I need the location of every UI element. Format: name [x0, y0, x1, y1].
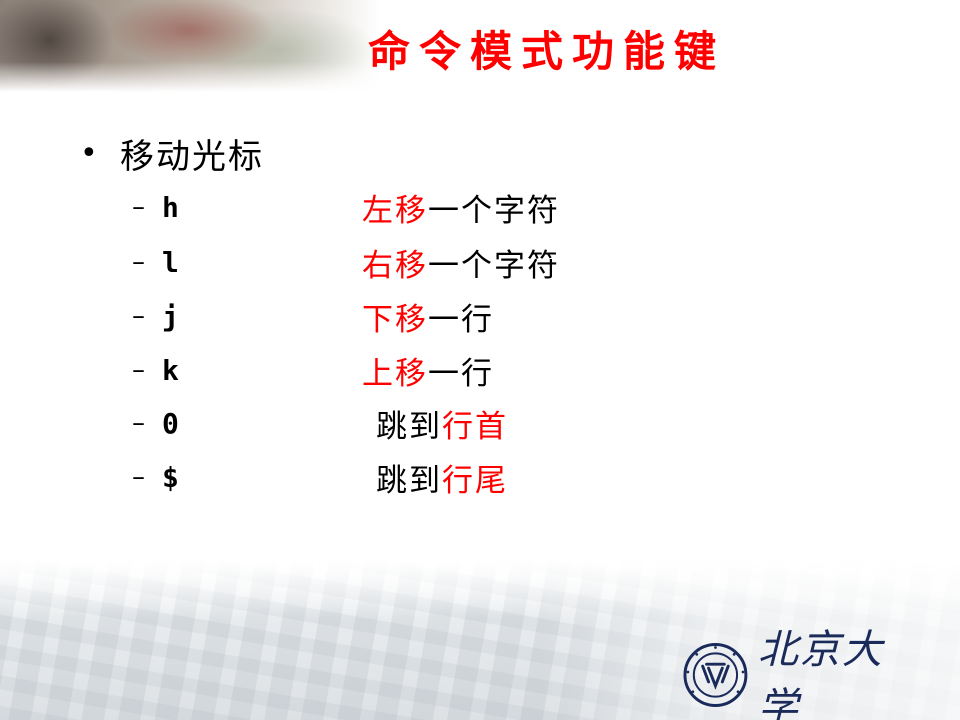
dash-marker: – [132, 462, 145, 492]
desc-text: 一行 [428, 355, 494, 392]
dash-marker: – [132, 408, 145, 438]
desc-highlight: 行尾 [442, 462, 508, 499]
sub-item-0: – 0 跳到行首 [132, 401, 508, 446]
key-description: 跳到行首 [376, 401, 508, 446]
desc-highlight: 左移 [362, 192, 428, 229]
key-description: 右移一个字符 [362, 240, 560, 285]
university-logo: 北京大学 [683, 627, 923, 720]
dash-marker: – [132, 192, 145, 222]
bullet-list: • 移动光标 [80, 128, 264, 178]
key-description: 下移一行 [362, 294, 494, 339]
slide-title: 命令模式功能键 [368, 27, 726, 76]
bullet-text: 移动光标 [120, 136, 264, 177]
desc-highlight: 右移 [362, 247, 428, 284]
key-label: l [162, 245, 179, 279]
university-seal-icon [683, 643, 748, 707]
key-label: 0 [162, 406, 179, 440]
desc-highlight: 下移 [362, 301, 428, 338]
desc-text: 跳到 [376, 408, 442, 445]
header-photo [0, 0, 380, 92]
desc-highlight: 上移 [362, 355, 428, 392]
key-description: 上移一行 [362, 348, 494, 393]
key-description: 跳到行尾 [376, 455, 508, 500]
university-name: 北京大学 [757, 627, 884, 720]
desc-highlight: 行首 [442, 408, 508, 445]
dash-marker: – [132, 355, 145, 385]
sub-item-k: – k 上移一行 [132, 348, 494, 393]
bullet-item: • 移动光标 [80, 128, 264, 178]
key-label: j [162, 299, 179, 333]
key-label: $ [162, 460, 179, 494]
desc-text: 一个字符 [428, 192, 560, 229]
slide: 命令模式功能键 • 移动光标 – h 左移一个字符 – l 右移一个字符 – j… [0, 0, 960, 720]
dash-marker: – [132, 247, 145, 277]
desc-text: 跳到 [376, 462, 442, 499]
sub-item-dollar: – $ 跳到行尾 [132, 455, 508, 500]
sub-item-h: – h 左移一个字符 [132, 185, 560, 230]
key-description: 左移一个字符 [362, 185, 560, 230]
key-label: k [162, 353, 179, 387]
sub-item-j: – j 下移一行 [132, 294, 494, 339]
sub-item-l: – l 右移一个字符 [132, 240, 560, 285]
desc-text: 一行 [428, 301, 494, 338]
key-label: h [162, 190, 179, 224]
desc-text: 一个字符 [428, 247, 560, 284]
dash-marker: – [132, 301, 145, 331]
bullet-dot-icon: • [80, 135, 98, 171]
